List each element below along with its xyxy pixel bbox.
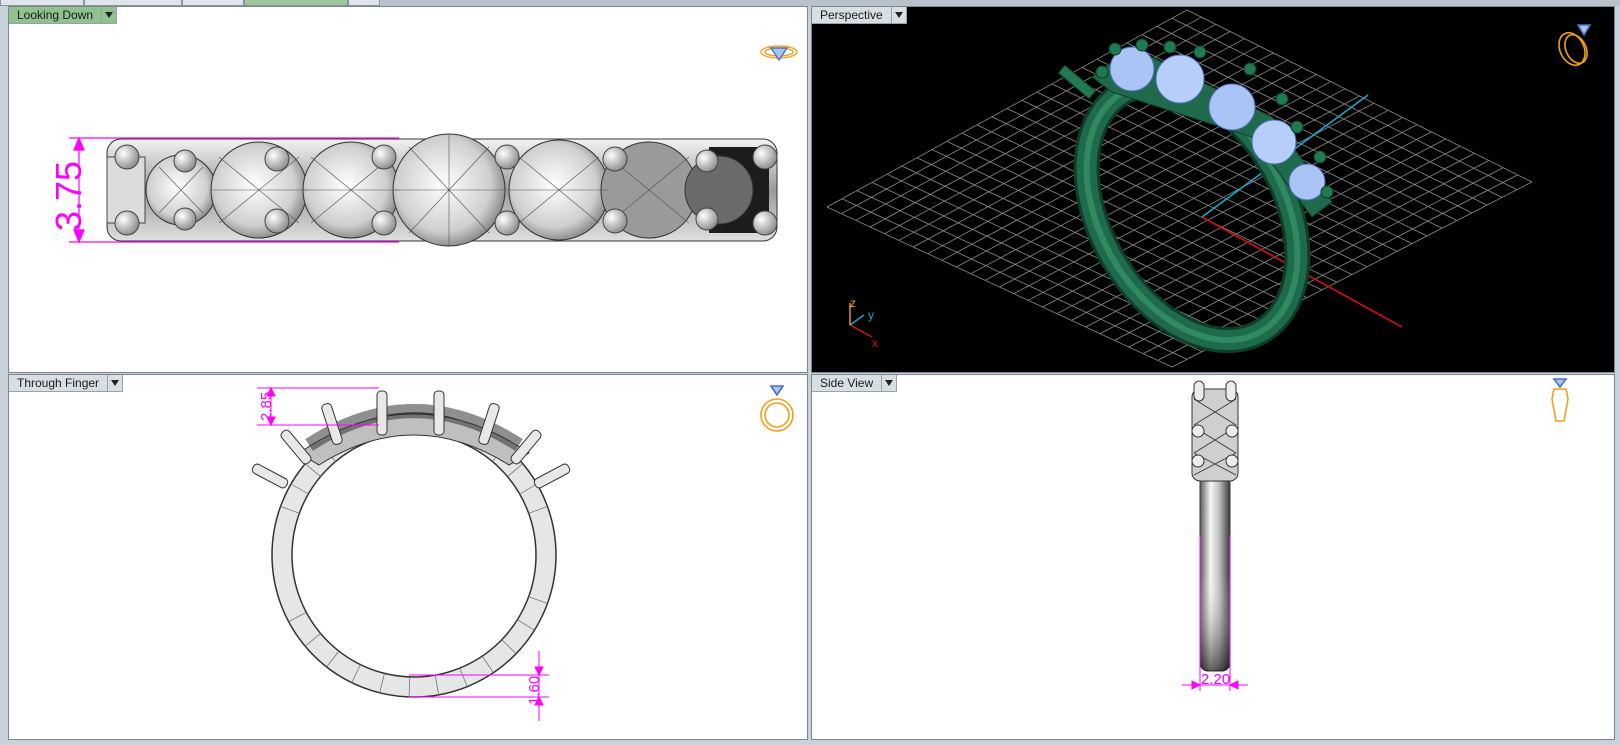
viewport-title[interactable]: Through Finger — [9, 375, 109, 392]
ring-model — [1057, 38, 1334, 354]
stone — [1251, 119, 1297, 165]
viewport-title-bar: Side View — [812, 375, 898, 392]
chevron-down-icon — [105, 12, 114, 18]
stone — [1155, 54, 1205, 104]
axis-triad-icon: x y z — [849, 296, 878, 350]
viewport-title[interactable]: Side View — [812, 375, 883, 392]
dimension-label-side: 2.20 — [1201, 671, 1230, 688]
stone — [1208, 83, 1256, 131]
chevron-down-icon — [885, 380, 894, 386]
dimension-label-shank: 1.60 — [526, 676, 543, 705]
axis-label-y: y — [868, 308, 874, 322]
viewport-title-bar: Perspective — [812, 7, 907, 24]
dimension-label-width: 3.75 — [48, 161, 89, 231]
diamond-nav-icon[interactable] — [760, 45, 798, 62]
ring-nav-icon[interactable] — [1554, 24, 1592, 69]
ring-inner — [291, 432, 537, 678]
ring-side-view: 2.20 — [1182, 378, 1569, 691]
ring-top-view: 3.75 — [48, 45, 798, 247]
dimension-label-height: 2.85 — [258, 392, 275, 421]
viewport-title[interactable]: Looking Down — [9, 7, 103, 24]
stone — [1288, 163, 1326, 201]
viewport-menu-dropdown[interactable] — [102, 7, 118, 24]
viewport-side-view[interactable]: Side View 2.20 — [811, 374, 1615, 740]
viewport-looking-down[interactable]: Looking Down 3.75 — [8, 6, 808, 373]
viewport-menu-dropdown[interactable] — [882, 375, 898, 392]
viewport-title-bar: Looking Down — [9, 7, 118, 24]
ring-front-view: 2.85 1.60 — [251, 385, 794, 721]
chevron-down-icon — [111, 380, 120, 386]
axis-label-z: z — [850, 296, 856, 310]
ring-side-nav-icon[interactable] — [1551, 378, 1569, 422]
stone — [684, 155, 754, 225]
axis-label-x: x — [872, 336, 878, 350]
viewport-perspective[interactable]: Perspective x y z — [811, 6, 1615, 373]
viewport-title[interactable]: Perspective — [812, 7, 892, 24]
viewport-menu-dropdown[interactable] — [891, 7, 907, 24]
viewport-menu-dropdown[interactable] — [108, 375, 124, 392]
ring-front-nav-icon[interactable] — [760, 385, 794, 432]
viewport-title-bar: Through Finger — [9, 375, 124, 392]
chevron-down-icon — [894, 12, 903, 18]
perspective-scene: x y z — [826, 9, 1592, 368]
viewport-through-finger[interactable]: Through Finger 2.85 1.60 — [8, 374, 808, 740]
